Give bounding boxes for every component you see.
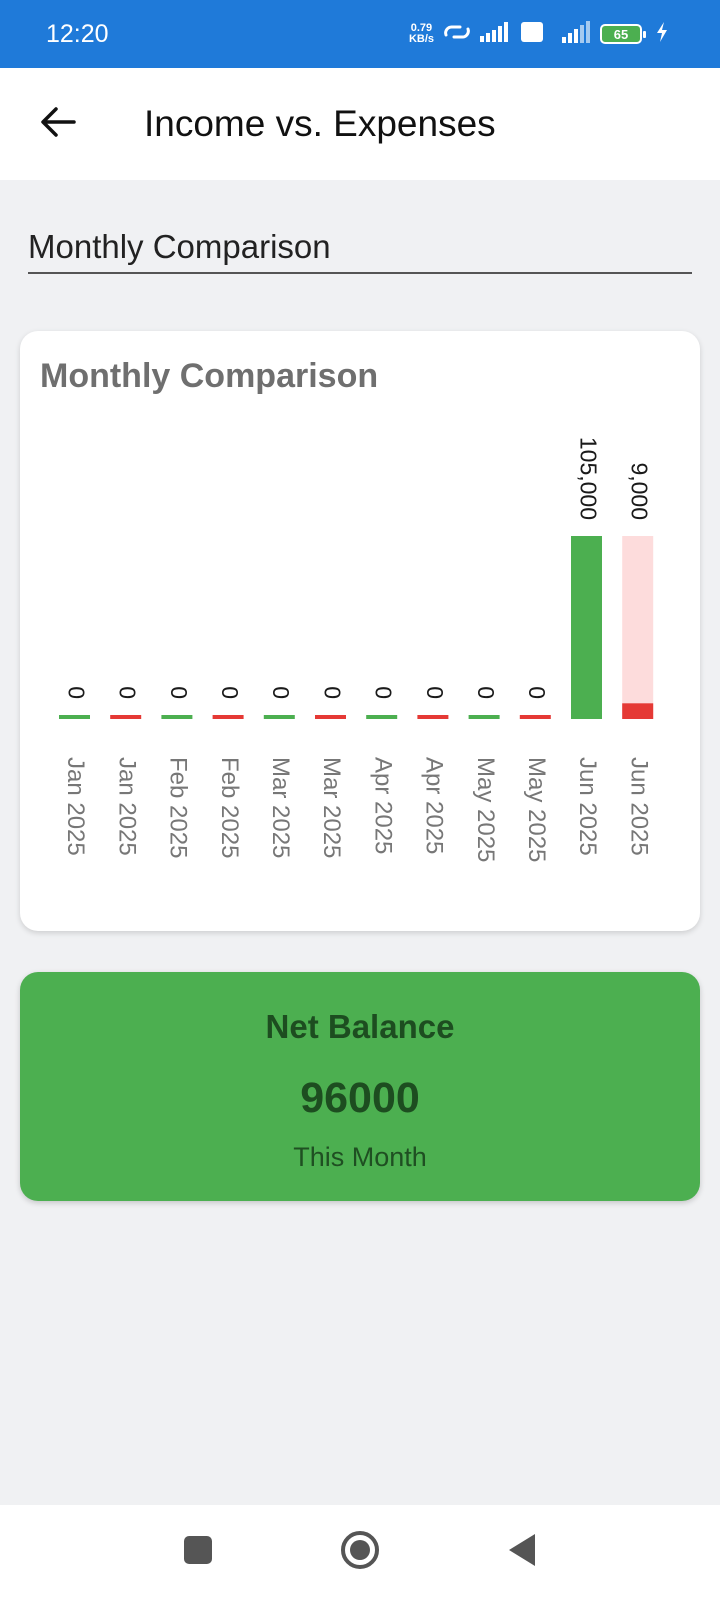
x-axis-tick-label: Feb 2025 (165, 757, 192, 858)
expense-bar[interactable] (315, 715, 346, 719)
system-nav-bar (0, 1505, 720, 1600)
x-axis-tick-label: Jun 2025 (625, 757, 652, 856)
comparison-dropdown[interactable]: Monthly Comparison (28, 222, 692, 274)
arrow-left-icon (40, 106, 76, 143)
back-nav-button[interactable] (477, 1505, 567, 1600)
hotspot-link-icon (442, 21, 472, 48)
bar-value-label: 0 (524, 686, 550, 699)
battery-icon: 65 (600, 24, 646, 44)
home-button[interactable] (315, 1505, 405, 1600)
income-bar[interactable] (161, 715, 193, 719)
bar-value-label: 0 (166, 686, 192, 699)
net-speed: 0.79 KB/s (409, 23, 434, 45)
signal-icon (480, 21, 512, 47)
battery-level: 65 (613, 26, 629, 42)
expense-bar[interactable] (519, 715, 551, 719)
income-bar[interactable] (59, 715, 90, 719)
expense-bar[interactable] (622, 703, 654, 719)
status-time: 12:20 (46, 19, 109, 48)
signal-4g-icon (552, 20, 592, 48)
recents-button[interactable] (153, 1505, 243, 1600)
bar-value-label: 0 (268, 686, 294, 699)
income-bar[interactable] (468, 715, 500, 719)
income-bar[interactable] (263, 715, 295, 719)
net-balance-value: 96000 (300, 1074, 420, 1122)
expense-bar[interactable] (417, 715, 449, 719)
income-bar[interactable] (571, 536, 602, 719)
net-balance-title: Net Balance (265, 1008, 455, 1045)
page-title: Income vs. Expenses (144, 103, 496, 144)
triangle-back-icon (507, 1533, 537, 1572)
expense-bar[interactable] (212, 715, 244, 719)
x-axis-tick-label: Apr 2025 (421, 757, 448, 854)
bar-value-label: 0 (422, 686, 448, 699)
square-icon (183, 1535, 213, 1570)
bar-value-label: 0 (63, 686, 89, 699)
dropdown-selected-value: Monthly Comparison (28, 228, 331, 265)
bar-value-label: 0 (319, 686, 345, 699)
charging-bolt-icon (656, 21, 668, 47)
x-axis-tick-label: May 2025 (523, 757, 550, 862)
volte-icon (520, 21, 544, 48)
x-axis-tick-label: Jan 2025 (113, 757, 140, 856)
status-icons: 0.79 KB/s 65 (409, 20, 668, 48)
x-axis-tick-label: Jun 2025 (574, 757, 601, 856)
chart-card: Monthly Comparison 0 Jan 2025 0 Jan 2025 0 Fe… (20, 331, 700, 931)
expense-bar-background (622, 536, 654, 719)
status-bar: 12:20 0.79 KB/s 65 (0, 0, 720, 68)
x-axis-tick-label: Mar 2025 (318, 757, 345, 858)
bar-value-label: 9,000 (627, 462, 653, 520)
x-axis-tick-label: Jan 2025 (62, 757, 89, 856)
bar-value-label: 105,000 (575, 437, 601, 520)
net-balance-subtitle: This Month (293, 1142, 427, 1172)
income-bar[interactable] (366, 715, 398, 719)
bar-chart: 0 Jan 2025 0 Jan 2025 0 Feb 2025 0 Feb 2025 0 Mar… (59, 437, 654, 862)
net-speed-unit: KB/s (408, 33, 434, 45)
expense-bar[interactable] (110, 715, 142, 719)
x-axis-tick-label: May 2025 (472, 757, 499, 862)
circle-icon (340, 1530, 380, 1575)
bar-value-label: 0 (217, 686, 243, 699)
app-bar: Income vs. Expenses (0, 68, 720, 180)
x-axis-tick-label: Mar 2025 (267, 757, 294, 858)
back-button[interactable] (28, 94, 88, 154)
net-balance-card: Net Balance 96000 This Month (20, 972, 700, 1201)
x-axis-tick-label: Apr 2025 (369, 757, 396, 854)
bar-value-label: 0 (115, 686, 141, 699)
bar-value-label: 0 (473, 686, 499, 699)
x-axis-tick-label: Feb 2025 (216, 757, 243, 858)
bar-value-label: 0 (371, 686, 397, 699)
